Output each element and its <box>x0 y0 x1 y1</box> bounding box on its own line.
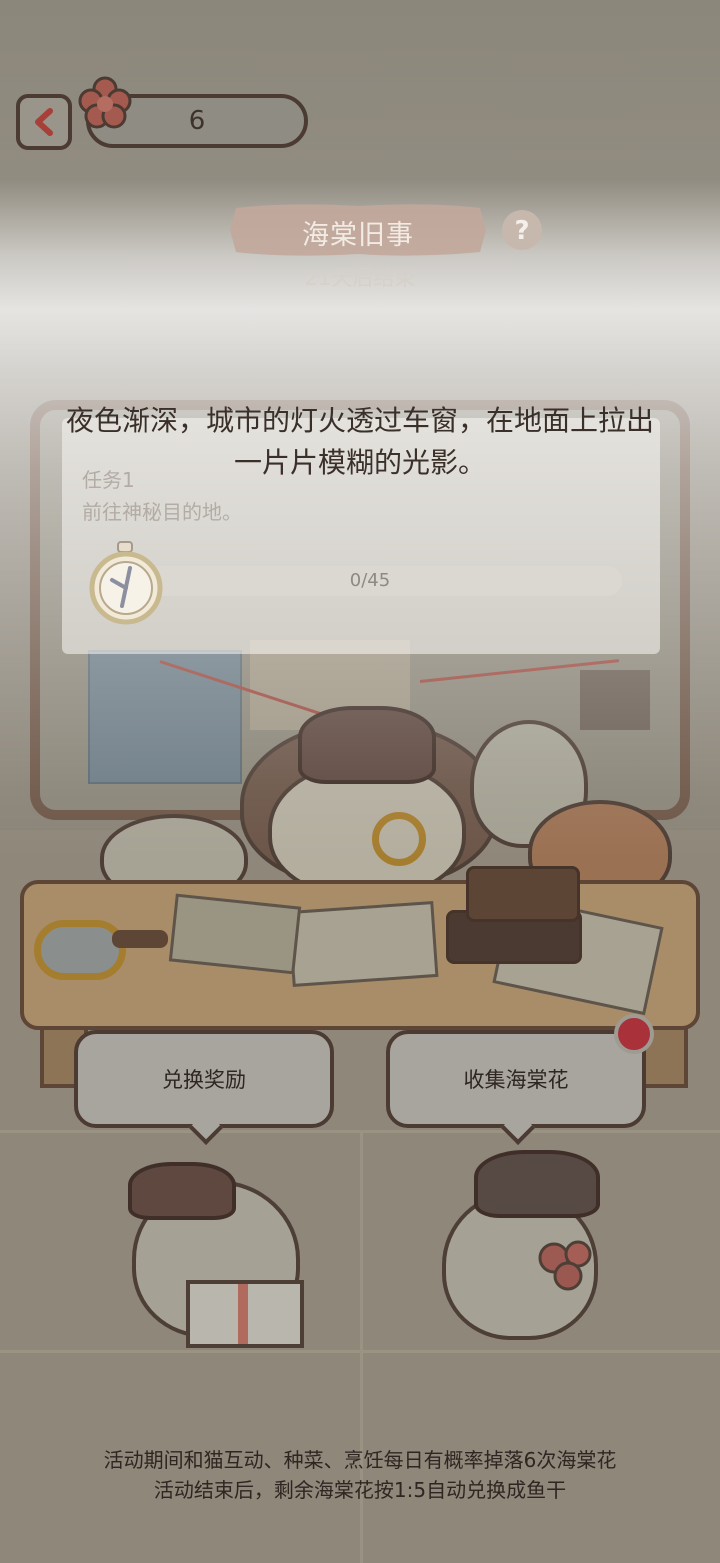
gift-box <box>186 1280 304 1348</box>
collect-begonia-label: 收集海棠花 <box>463 1068 569 1092</box>
begonia-bouquet <box>534 1238 604 1298</box>
help-icon[interactable]: ? <box>500 208 544 252</box>
map-clipping <box>88 650 242 784</box>
task-description: 前往神秘目的地。 <box>82 500 242 524</box>
event-countdown: 21天后结束 <box>304 266 416 290</box>
book <box>466 866 580 922</box>
gift-cat-hat <box>128 1162 236 1220</box>
detective-hat <box>298 706 436 784</box>
magnifier-handle <box>112 930 168 948</box>
event-title: 海棠旧事 <box>302 220 414 251</box>
event-rules-line: 活动结束后，剩余海棠花按1:5自动兑换成鱼干 <box>153 1478 567 1502</box>
narrative-line: 夜色渐深，城市的灯火透过车窗，在地面上拉出 <box>65 404 654 437</box>
back-arrow-icon <box>35 108 53 136</box>
document <box>168 893 302 975</box>
narrative-text: 夜色渐深，城市的灯火透过车窗，在地面上拉出 一片片模糊的光影。 <box>40 400 680 484</box>
begonia-flower-icon <box>76 74 134 132</box>
svg-text:?: ? <box>514 216 529 246</box>
notification-dot <box>614 1014 654 1054</box>
task-progress-text: 0/45 <box>349 570 391 591</box>
event-rules-line: 活动期间和猫互动、种菜、烹饪每日有概率掉落6次海棠花 <box>103 1448 617 1472</box>
monocle <box>372 812 426 866</box>
narrative-line: 一片片模糊的光影。 <box>233 446 486 479</box>
back-button[interactable] <box>16 94 72 150</box>
document <box>287 901 439 987</box>
flower-cat-hat <box>474 1150 600 1218</box>
exchange-rewards-label: 兑换奖励 <box>162 1068 246 1092</box>
note-clipping <box>580 670 650 730</box>
magnifier-icon <box>34 920 126 980</box>
compass-icon <box>89 541 163 625</box>
